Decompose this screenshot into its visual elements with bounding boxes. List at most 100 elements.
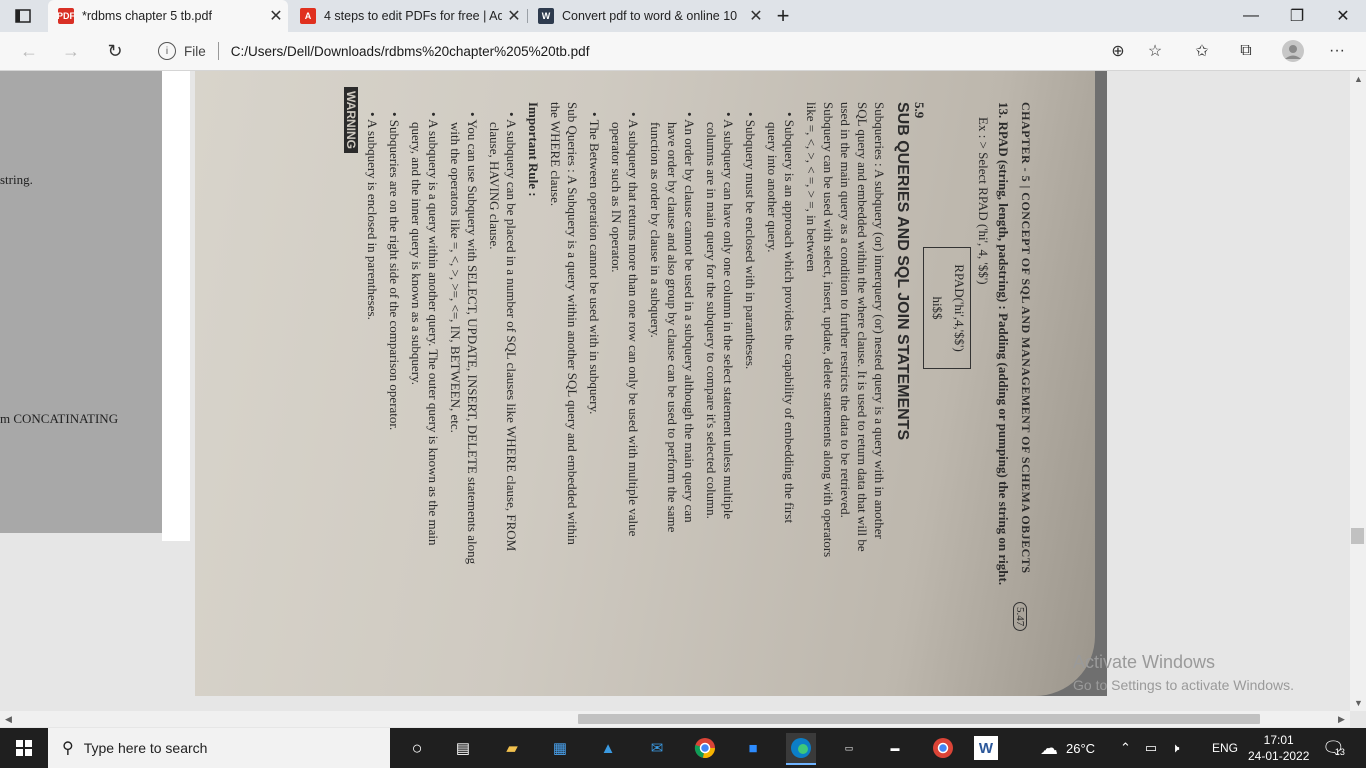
taskbar: ⚲ Type here to search ○ ▤ ▰ ▦ ▲ ✉ ■ ▭ ▬ … <box>0 728 1366 768</box>
tab-title: *rdbms chapter 5 tb.pdf <box>82 9 212 23</box>
example-output-box: RPAD('hi',4,'$$') hi$$ <box>923 247 971 369</box>
tab-strip: PDF *rdbms chapter 5 tb.pdf ✕ A 4 steps … <box>0 0 1366 32</box>
vertical-scrollbar[interactable] <box>1350 71 1366 711</box>
task-view-icon[interactable]: ▤ <box>448 733 478 763</box>
notification-center[interactable]: 🗨 13 <box>1322 728 1345 768</box>
text-line: columns are in main query for the subque… <box>704 122 719 519</box>
adobe-icon: A <box>300 8 316 24</box>
text-line: query into another query. <box>765 122 780 253</box>
text-line: with the operators like =, <, >, >=, <=,… <box>448 122 463 433</box>
chapter-header: CHAPTER - 5 | CONCEPT OF SQL AND MANAGEM… <box>1019 102 1033 574</box>
tab-title: 4 steps to edit PDFs for free | Ad <box>324 9 502 23</box>
text-line: function as order by clause in a subquer… <box>648 122 663 338</box>
vertical-scroll-thumb[interactable] <box>1351 528 1364 544</box>
scroll-down-icon[interactable]: ▼ <box>1354 698 1363 708</box>
section-number: 5.9 <box>912 102 927 119</box>
store-icon[interactable]: ▦ <box>545 733 575 763</box>
restore-button[interactable]: ❐ <box>1274 0 1320 32</box>
left-page-text: string. <box>0 172 33 187</box>
language-indicator[interactable]: ENG <box>1212 728 1238 768</box>
info-icon[interactable]: i <box>158 42 176 60</box>
clock-time: 17:01 <box>1263 733 1294 747</box>
tab-adobe[interactable]: A 4 steps to edit PDFs for free | Ad ✕ <box>290 0 526 32</box>
pdf-icon: PDF <box>57 8 75 24</box>
weather-widget[interactable]: ☁ 26°C <box>1040 728 1095 768</box>
scheme-label: File <box>184 43 206 59</box>
volume-icon[interactable]: 🕨 <box>1171 740 1179 756</box>
new-tab-button[interactable]: + <box>770 0 796 32</box>
chevron-up-icon[interactable]: ⌃ <box>1120 740 1131 756</box>
zoom-icon[interactable]: ⊕ <box>1105 38 1131 64</box>
battery-icon[interactable]: ▭ <box>1145 740 1157 756</box>
cortana-icon[interactable]: ○ <box>402 733 432 763</box>
text-line: operator such as IN operator. <box>609 122 624 273</box>
tab-converter[interactable]: W Convert pdf to word & online 10 ✕ <box>528 0 768 32</box>
text-line: SQL query and embedded within the where … <box>855 102 870 552</box>
more-menu-icon[interactable]: ··· <box>1324 38 1350 64</box>
text-line: • A subquery can have only one column in… <box>721 112 736 520</box>
text-line: • Subquery is an approach which provides… <box>782 112 797 524</box>
close-tab-icon[interactable]: ✕ <box>502 6 526 26</box>
text-line: Subqueries : A subquery (or) innerquery … <box>872 102 887 539</box>
text-line: • The Between operation cannot be used w… <box>587 112 602 415</box>
taskbar-search-box[interactable]: ⚲ Type here to search <box>48 728 390 768</box>
activate-windows-subtitle: Go to Settings to activate Windows. <box>1073 677 1294 693</box>
text-line: query, and the inner query is known as a… <box>409 122 424 385</box>
chrome-profile-icon[interactable] <box>928 733 958 763</box>
browser-toolbar: ← → ↻ i File C:/Users/Dell/Downloads/rdb… <box>0 32 1366 71</box>
text-line: • A subquery that returns more than one … <box>626 112 641 537</box>
close-window-button[interactable]: ✕ <box>1320 0 1366 32</box>
weather-temp: 26°C <box>1066 740 1096 756</box>
url-text[interactable]: C:/Users/Dell/Downloads/rdbms%20chapter%… <box>231 44 590 59</box>
tab-actions-button[interactable] <box>0 0 46 32</box>
edge-icon[interactable] <box>786 733 816 765</box>
text-line: Important Rule : <box>526 102 541 197</box>
scroll-right-icon[interactable]: ▶ <box>1338 714 1345 725</box>
forward-button[interactable]: → <box>56 36 86 66</box>
file-explorer-icon[interactable]: ▰ <box>497 733 527 763</box>
text-line: used in the main query as a condition to… <box>838 102 853 518</box>
profile-avatar[interactable] <box>1280 38 1306 64</box>
zoom-app-icon[interactable]: ■ <box>738 733 768 763</box>
text-line: Subquery can be used with select, insert… <box>821 102 836 558</box>
text-line: Ex : > Select RPAD ('hi', 4, '$$') <box>976 117 991 285</box>
box-line: RPAD('hi',4,'$$') <box>952 264 967 352</box>
text-line: clause, HAVING clause. <box>487 122 502 250</box>
text-line: • Subquery must be enclosed with in para… <box>743 112 758 370</box>
start-button[interactable] <box>9 733 39 763</box>
address-separator <box>217 42 219 60</box>
text-line: 13. RPAD (string, length, padstring) : P… <box>996 102 1011 586</box>
favorites-icon[interactable]: ✩ <box>1189 38 1215 64</box>
mysql-app-icon[interactable]: ▬ <box>880 733 910 763</box>
tab-rdbms-pdf[interactable]: PDF *rdbms chapter 5 tb.pdf ✕ <box>48 0 288 32</box>
scroll-left-icon[interactable]: ◀ <box>5 714 12 725</box>
collections-icon[interactable]: ⧉ <box>1233 38 1259 64</box>
rotated-page-content: CHAPTER - 5 | CONCEPT OF SQL AND MANAGEM… <box>233 87 1033 696</box>
address-bar[interactable]: i File C:/Users/Dell/Downloads/rdbms%20c… <box>148 35 1188 67</box>
photos-icon[interactable]: ▲ <box>593 733 623 763</box>
minimize-button[interactable]: — <box>1228 0 1274 32</box>
converter-icon: W <box>538 8 554 24</box>
back-button[interactable]: ← <box>14 36 44 66</box>
sql-app-icon[interactable]: ▭ <box>834 733 864 763</box>
add-favorite-icon[interactable]: ☆ <box>1142 38 1168 64</box>
left-page-text: m CONCATINATING <box>0 411 119 426</box>
refresh-button[interactable]: ↻ <box>100 36 130 66</box>
close-tab-icon[interactable]: ✕ <box>744 6 768 26</box>
chrome-icon[interactable] <box>690 733 720 763</box>
text-line: • Subqueries are on the right side of th… <box>387 112 402 431</box>
section-title: SUB QUERIES AND SQL JOIN STATEMENTS <box>894 102 911 441</box>
text-line: • A subquery is enclosed in parentheses. <box>365 112 380 320</box>
search-icon: ⚲ <box>62 740 74 757</box>
mail-icon[interactable]: ✉ <box>642 733 672 763</box>
tab-actions-icon <box>15 9 31 23</box>
word-icon[interactable]: W <box>974 736 998 760</box>
text-line: like =, <, >, < =, > =, in between <box>804 102 819 272</box>
tray-icons[interactable]: ⌃ ▭ 🕨 <box>1120 728 1179 768</box>
close-tab-icon[interactable]: ✕ <box>264 6 288 26</box>
scroll-up-icon[interactable]: ▲ <box>1354 74 1363 84</box>
pdf-viewer[interactable]: string. m CONCATINATING CHAPTER - 5 | CO… <box>0 71 1350 711</box>
clock[interactable]: 17:01 24-01-2022 <box>1248 728 1309 768</box>
horizontal-scroll-thumb[interactable] <box>578 714 1260 724</box>
text-line: have order by clause and also group by c… <box>665 122 680 533</box>
